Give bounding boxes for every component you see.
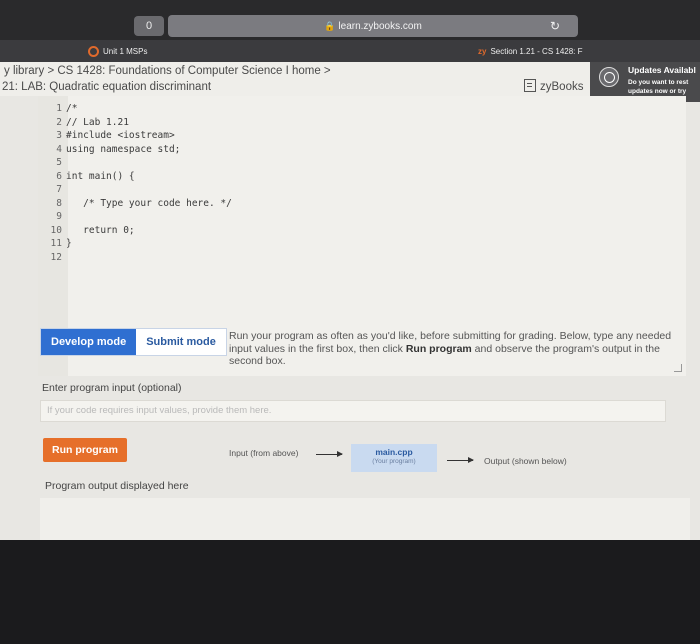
browser-toolbar: 0 🔒 learn.zybooks.com ↻	[0, 0, 700, 40]
mode-toggle: Develop mode Submit mode	[40, 328, 227, 356]
line-number: 3	[56, 130, 62, 141]
code-line: 1 /*	[38, 102, 232, 116]
code-text: /* Type your code here. */	[66, 197, 232, 209]
code-text: }	[66, 238, 72, 249]
code-line: 10 return 0;	[38, 224, 232, 238]
code-text: using namespace std;	[66, 143, 181, 155]
page-content: y library > CS 1428: Foundations of Comp…	[0, 62, 700, 540]
develop-mode-button[interactable]: Develop mode	[41, 329, 137, 355]
shield-button[interactable]: 0	[134, 16, 164, 36]
line-number: 6	[56, 170, 62, 182]
code-text: #include <iostream>	[66, 130, 175, 141]
code-line: 3 #include <iostream>	[38, 129, 232, 143]
submit-mode-button[interactable]: Submit mode	[136, 329, 226, 355]
line-number: 7	[56, 184, 62, 195]
flow-output-label: Output (shown below)	[484, 456, 567, 466]
update-message: Do you want to rest updates now or try	[628, 78, 700, 96]
help-text-bold: Run program	[405, 342, 472, 355]
address-bar[interactable]: 🔒 learn.zybooks.com ↻	[168, 15, 578, 37]
code-line: 9	[38, 210, 232, 224]
program-input-field[interactable]: If your code requires input values, prov…	[40, 400, 666, 422]
update-line: updates now or try	[628, 88, 687, 95]
tab-label: Section 1.21 - CS 1428: F	[490, 47, 583, 56]
code-text: return 0;	[66, 224, 135, 236]
line-number: 9	[56, 211, 62, 222]
arrow-right-icon	[316, 451, 343, 457]
zybooks-label: zyBooks	[540, 81, 584, 93]
line-number: 2	[56, 116, 62, 128]
tab-favicon-icon	[88, 46, 99, 58]
tab-label: Unit 1 MSPs	[103, 47, 148, 56]
line-number: 10	[50, 224, 62, 236]
reload-icon[interactable]: ↻	[550, 15, 560, 37]
book-icon	[524, 79, 536, 92]
code-line: 8 /* Type your code here. */	[38, 197, 232, 211]
code-line: 11}	[38, 237, 232, 251]
screen-bezel	[0, 540, 700, 644]
breadcrumb[interactable]: y library > CS 1428: Foundations of Comp…	[4, 65, 331, 77]
arrow-right-icon	[447, 457, 474, 463]
program-file-box: main.cpp (Your program)	[351, 444, 437, 472]
code-text: int main() {	[66, 170, 135, 182]
code-line: 2 // Lab 1.21	[38, 116, 232, 130]
output-label: Program output displayed here	[45, 480, 189, 492]
line-number: 5	[56, 157, 62, 168]
update-line: Do you want to rest	[628, 79, 689, 86]
file-subtitle: (Your program)	[372, 458, 416, 465]
line-number: 8	[56, 197, 62, 209]
line-number: 11	[50, 238, 62, 249]
code-line: 4 using namespace std;	[38, 143, 232, 157]
tab-strip: Unit 1 MSPs zy Section 1.21 - CS 1428: F	[0, 40, 700, 62]
update-icon	[599, 67, 619, 87]
line-number: 12	[50, 251, 62, 263]
file-name: main.cpp	[375, 447, 413, 457]
code-line: 12	[38, 251, 232, 265]
code-line: 7	[38, 183, 232, 197]
zybooks-favicon-icon: zy	[478, 47, 487, 56]
code-line: 6 int main() {	[38, 170, 232, 184]
program-output-area	[40, 498, 690, 540]
mode-help-text: Run your program as often as you'd like,…	[229, 330, 685, 368]
page-title: 21: LAB: Quadratic equation discriminant	[2, 81, 212, 93]
url-text: learn.zybooks.com	[338, 21, 422, 32]
tab-unit-1-msps[interactable]: Unit 1 MSPs	[88, 42, 147, 62]
code-text: // Lab 1.21	[66, 116, 129, 128]
code-lines: 1 /* 2 // Lab 1.21 3 #include <iostream> 4 usin…	[38, 102, 232, 264]
code-line: 5	[38, 156, 232, 170]
run-program-button[interactable]: Run program	[43, 438, 127, 462]
code-text: /*	[66, 103, 78, 114]
zybooks-link[interactable]: zyBooks	[524, 79, 583, 93]
update-title: Updates Availabl	[628, 65, 696, 75]
line-number: 4	[56, 143, 62, 155]
input-label: Enter program input (optional)	[42, 382, 182, 394]
lock-icon: 🔒	[324, 21, 336, 31]
line-number: 1	[56, 103, 62, 114]
tab-section-1-21[interactable]: zy Section 1.21 - CS 1428: F	[478, 42, 583, 62]
flow-input-label: Input (from above)	[229, 448, 299, 458]
